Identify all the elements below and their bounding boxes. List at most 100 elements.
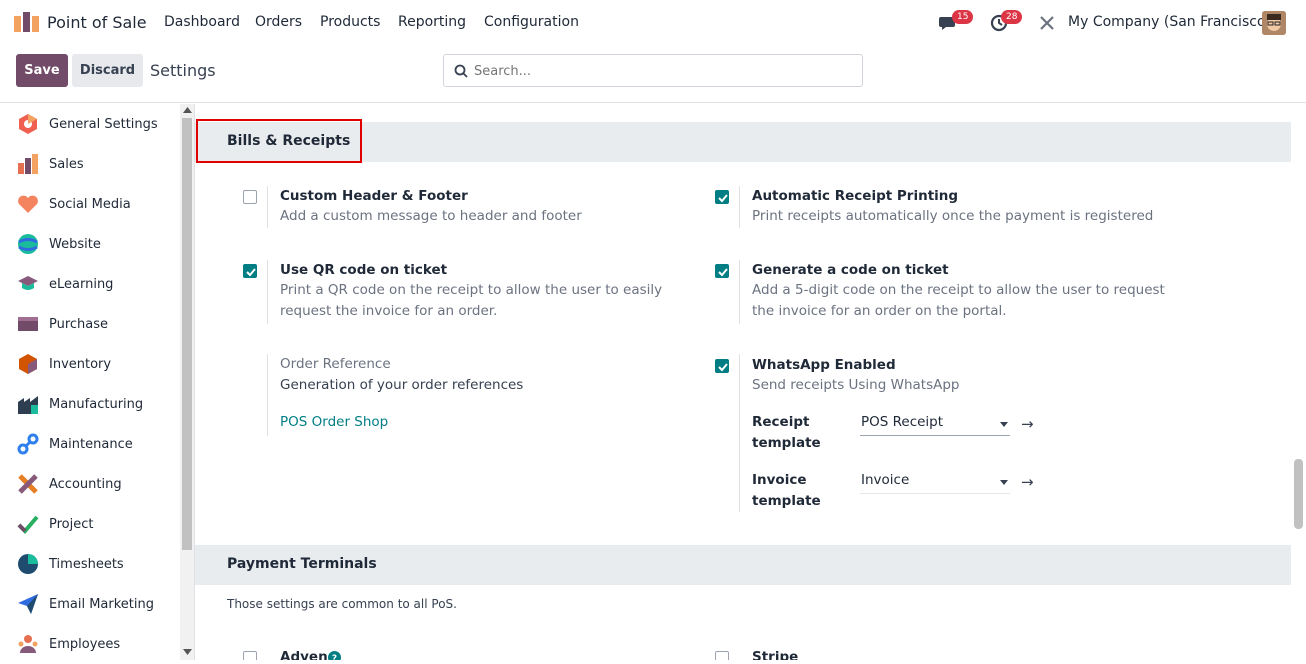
divider — [267, 186, 268, 228]
receipt-template-value: POS Receipt — [861, 414, 944, 430]
sidebar-item-purchase[interactable]: Purchase — [0, 304, 180, 344]
gen-code-desc-line1: Add a 5-digit code on the receipt to all… — [752, 282, 1165, 298]
sidebar-scrollbar[interactable] — [180, 104, 195, 660]
social-media-icon — [18, 195, 38, 213]
manufacturing-icon — [18, 396, 38, 414]
order-reference-title: Order Reference — [280, 356, 391, 372]
whatsapp-title: WhatsApp Enabled — [752, 357, 896, 373]
qr-code-desc-line1: Print a QR code on the receipt to allow … — [280, 282, 663, 298]
chevron-down-icon — [1000, 480, 1008, 485]
maintenance-icon — [17, 433, 39, 455]
sidebar-item-project[interactable]: Project — [0, 504, 180, 544]
sidebar-item-website[interactable]: Website — [0, 224, 180, 264]
breadcrumb: Settings — [150, 61, 216, 80]
menu-orders[interactable]: Orders — [255, 14, 302, 30]
receipt-template-open-icon[interactable]: → — [1021, 415, 1034, 433]
sidebar-item-maintenance[interactable]: Maintenance — [0, 424, 180, 464]
top-navbar: Point of Sale Dashboard Orders Products … — [0, 0, 1306, 46]
menu-products[interactable]: Products — [320, 14, 380, 30]
sidebar-item-manufacturing[interactable]: Manufacturing — [0, 384, 180, 424]
main-scroll-thumb[interactable] — [1294, 459, 1303, 529]
invoice-template-value: Invoice — [861, 472, 910, 488]
auto-print-desc: Print receipts automatically once the pa… — [752, 208, 1154, 224]
sidebar-item-inventory[interactable]: Inventory — [0, 344, 180, 384]
adyen-title: Adyen — [280, 649, 328, 660]
save-button[interactable]: Save — [16, 54, 68, 87]
help-icon[interactable]: ? — [328, 651, 341, 660]
custom-header-checkbox[interactable] — [243, 190, 257, 204]
adyen-checkbox[interactable] — [243, 651, 257, 660]
gen-code-desc-line2: the invoice for an order on the portal. — [752, 303, 1007, 319]
invoice-template-select[interactable]: Invoice — [860, 472, 1010, 494]
menu-configuration[interactable]: Configuration — [484, 14, 579, 30]
stripe-checkbox[interactable] — [715, 651, 729, 660]
whatsapp-checkbox[interactable] — [715, 359, 729, 373]
menu-reporting[interactable]: Reporting — [398, 14, 466, 30]
purchase-icon — [18, 317, 38, 331]
receipt-template-label-line2: template — [752, 435, 821, 451]
employees-icon — [18, 635, 38, 653]
sidebar-item-employees[interactable]: Employees — [0, 624, 180, 664]
menu-dashboard[interactable]: Dashboard — [164, 14, 240, 30]
stripe-title: Stripe — [752, 649, 799, 660]
scroll-down-icon[interactable] — [183, 649, 192, 655]
receipt-template-label-line1: Receipt — [752, 414, 810, 430]
whatsapp-desc: Send receipts Using WhatsApp — [752, 377, 960, 393]
tools-icon[interactable] — [1039, 15, 1055, 31]
inventory-icon — [19, 354, 37, 374]
sales-icon — [18, 154, 38, 174]
email-marketing-icon — [18, 594, 38, 614]
chevron-down-icon — [1000, 422, 1008, 427]
accounting-icon — [18, 474, 38, 494]
auto-print-title: Automatic Receipt Printing — [752, 188, 959, 204]
sidebar-item-email-marketing[interactable]: Email Marketing — [0, 584, 180, 624]
main-scrollbar[interactable] — [1291, 104, 1306, 660]
user-avatar[interactable] — [1262, 11, 1286, 35]
invoice-template-open-icon[interactable]: → — [1021, 473, 1034, 491]
auto-print-checkbox[interactable] — [715, 190, 729, 204]
general-settings-icon — [19, 114, 37, 134]
sidebar-item-accounting[interactable]: Accounting — [0, 464, 180, 504]
invoice-template-label-line1: Invoice — [752, 472, 807, 488]
sidebar-item-timesheets[interactable]: Timesheets — [0, 544, 180, 584]
settings-app-sidebar: General Settings Sales Social Media Webs… — [0, 104, 180, 660]
divider — [739, 354, 740, 512]
sidebar-item-sales[interactable]: Sales — [0, 144, 180, 184]
divider — [739, 260, 740, 324]
search-box[interactable] — [443, 54, 863, 87]
scroll-up-icon[interactable] — [183, 107, 192, 113]
section-title: Payment Terminals — [227, 556, 377, 572]
gen-code-checkbox[interactable] — [715, 264, 729, 278]
qr-code-checkbox[interactable] — [243, 264, 257, 278]
receipt-template-select[interactable]: POS Receipt — [860, 414, 1010, 436]
sidebar-item-social-media[interactable]: Social Media — [0, 184, 180, 224]
settings-main-panel: Bills & Receipts Custom Header & Footer … — [195, 104, 1306, 660]
control-panel: Save Discard Settings — [0, 46, 1306, 103]
qr-code-desc-line2: request the invoice for an order. — [280, 303, 498, 319]
gen-code-title: Generate a code on ticket — [752, 262, 949, 278]
activities-badge: 28 — [1001, 10, 1023, 24]
svg-text:?: ? — [332, 654, 337, 660]
order-reference-link[interactable]: POS Order Shop — [280, 412, 388, 433]
divider — [267, 354, 268, 436]
pos-app-icon[interactable] — [14, 12, 40, 32]
sidebar-item-general-settings[interactable]: General Settings — [0, 104, 180, 144]
custom-header-desc: Add a custom message to header and foote… — [280, 208, 582, 224]
company-switcher[interactable]: My Company (San Francisco) — [1068, 14, 1271, 30]
timesheets-icon — [18, 554, 38, 574]
project-icon — [17, 515, 39, 534]
qr-code-title: Use QR code on ticket — [280, 262, 448, 278]
search-icon — [454, 64, 468, 78]
invoice-template-label-line2: template — [752, 493, 821, 509]
search-input[interactable] — [474, 61, 854, 81]
highlight-box — [196, 119, 362, 163]
discard-button[interactable]: Discard — [72, 54, 143, 87]
app-name[interactable]: Point of Sale — [47, 13, 147, 32]
divider — [267, 260, 268, 324]
payment-terminals-header: Payment Terminals — [195, 545, 1291, 585]
messages-badge: 15 — [952, 10, 974, 24]
sidebar-item-elearning[interactable]: eLearning — [0, 264, 180, 304]
scroll-thumb[interactable] — [182, 118, 192, 550]
divider — [739, 186, 740, 228]
payment-terminals-note: Those settings are common to all PoS. — [227, 597, 457, 611]
